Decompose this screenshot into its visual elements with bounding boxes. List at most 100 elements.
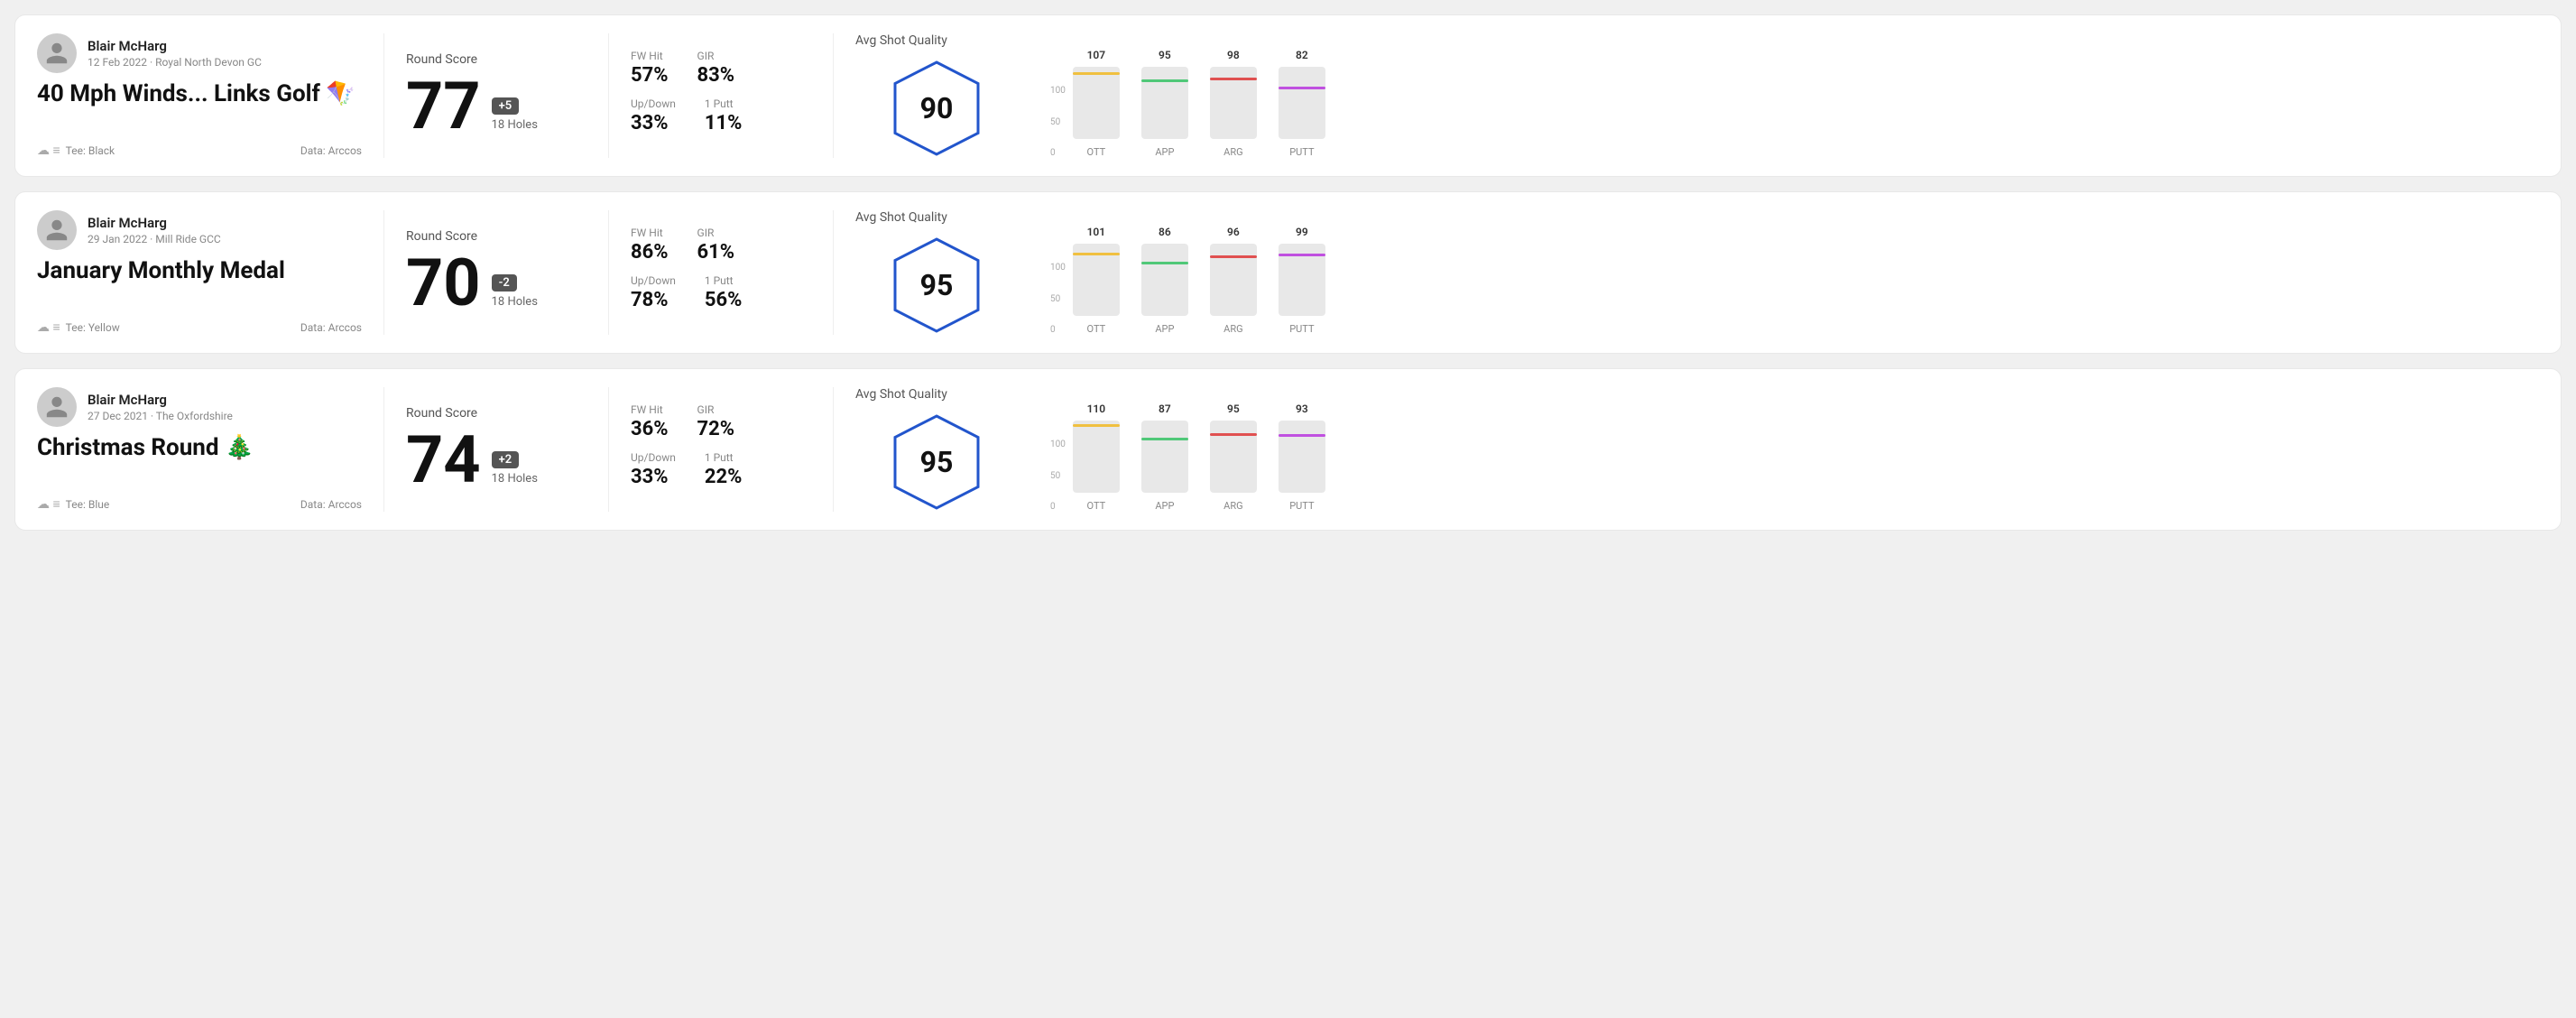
- quality-section-2: Avg Shot Quality 95: [855, 210, 1018, 335]
- bar-chart: 100 50 0 107 OTT 95 APP: [1036, 49, 2539, 158]
- divider-1-1: [383, 33, 384, 158]
- stats-section-2: FW Hit 86% GIR 61% Up/Down 78% 1 Putt: [631, 210, 811, 335]
- user-name-2: Blair McHarg: [88, 215, 221, 231]
- score-holes-2: 18 Holes: [492, 295, 538, 309]
- round-score-label: Round Score: [406, 52, 586, 67]
- round-title-2: January Monthly Medal: [37, 257, 362, 284]
- chart-section-2: 100 50 0 101 OTT 86 APP: [1018, 210, 2539, 335]
- quality-section-1: Avg Shot Quality 90: [855, 33, 1018, 158]
- score-section-1: Round Score 77 +5 18 Holes: [406, 33, 586, 158]
- stat-up-down-2: Up/Down 78%: [631, 274, 676, 311]
- divider-2-1: [608, 33, 609, 158]
- bar-group-ott: 101 OTT: [1073, 226, 1120, 335]
- divider-1-2: [383, 210, 384, 335]
- stat-gir-1: GIR 83%: [697, 50, 735, 87]
- stat-fw-hit-1: FW Hit 57%: [631, 50, 669, 87]
- avatar-2: [37, 210, 77, 250]
- user-icon: [44, 41, 69, 66]
- stat-up-down-3: Up/Down 33%: [631, 451, 676, 488]
- score-section-2: Round Score 70 -2 18 Holes: [406, 210, 586, 335]
- card-info-2: Blair McHarg 29 Jan 2022 · Mill Ride GCC…: [37, 210, 362, 335]
- data-source-label: Data: Arccos: [300, 498, 362, 511]
- quality-section-3: Avg Shot Quality 95: [855, 387, 1018, 512]
- bar-group-app: 86 APP: [1141, 226, 1188, 335]
- bar-group-ott: 107 OTT: [1073, 49, 1120, 158]
- score-badge-3: +2: [492, 451, 520, 468]
- divider-2-3: [608, 387, 609, 512]
- divider-2-2: [608, 210, 609, 335]
- divider-1-3: [383, 387, 384, 512]
- card-footer-2: ☁ ≡ Tee: Yellow Data: Arccos: [37, 319, 362, 335]
- round-card-3: Blair McHarg 27 Dec 2021 · The Oxfordshi…: [14, 368, 2562, 531]
- stat-one-putt-2: 1 Putt 56%: [705, 274, 743, 311]
- score-holes-1: 18 Holes: [492, 118, 538, 132]
- stats-section-3: FW Hit 36% GIR 72% Up/Down 33% 1 Putt: [631, 387, 811, 512]
- stat-fw-hit-3: FW Hit 36%: [631, 403, 669, 440]
- user-name-3: Blair McHarg: [88, 392, 233, 408]
- stat-fw-hit-2: FW Hit 86%: [631, 227, 669, 264]
- bar-group-putt: 82 PUTT: [1279, 49, 1325, 158]
- user-info-3: Blair McHarg 27 Dec 2021 · The Oxfordshi…: [37, 387, 362, 427]
- card-footer-3: ☁ ≡ Tee: Blue Data: Arccos: [37, 496, 362, 512]
- quality-label-3: Avg Shot Quality: [855, 387, 947, 402]
- quality-score-3: 95: [920, 445, 954, 479]
- round-card-2: Blair McHarg 29 Jan 2022 · Mill Ride GCC…: [14, 191, 2562, 354]
- round-card-1: Blair McHarg 12 Feb 2022 · Royal North D…: [14, 14, 2562, 177]
- score-badge-1: +5: [492, 97, 520, 115]
- user-icon: [44, 394, 69, 420]
- data-source-label: Data: Arccos: [300, 321, 362, 334]
- card-info-1: Blair McHarg 12 Feb 2022 · Royal North D…: [37, 33, 362, 158]
- bar-chart: 100 50 0 101 OTT 86 APP: [1036, 226, 2539, 335]
- bar-group-arg: 96 ARG: [1210, 226, 1257, 335]
- round-score-label: Round Score: [406, 406, 586, 421]
- bar-group-putt: 99 PUTT: [1279, 226, 1325, 335]
- round-title-3: Christmas Round 🎄: [37, 434, 362, 461]
- user-date-course-2: 29 Jan 2022 · Mill Ride GCC: [88, 233, 221, 245]
- weather-icon: ☁ ≡: [37, 319, 60, 335]
- bar-chart: 100 50 0 110 OTT 87 APP: [1036, 403, 2539, 512]
- stat-up-down-1: Up/Down 33%: [631, 97, 676, 134]
- score-main-3: 74 +2 18 Holes: [406, 428, 586, 493]
- bar-group-ott: 110 OTT: [1073, 403, 1120, 512]
- weather-icon: ☁ ≡: [37, 496, 60, 512]
- user-icon: [44, 217, 69, 243]
- chart-section-1: 100 50 0 107 OTT 95 APP: [1018, 33, 2539, 158]
- hexagon-container-3: 95: [891, 412, 982, 512]
- card-info-3: Blair McHarg 27 Dec 2021 · The Oxfordshi…: [37, 387, 362, 512]
- score-main-1: 77 +5 18 Holes: [406, 74, 586, 139]
- card-footer-1: ☁ ≡ Tee: Black Data: Arccos: [37, 143, 362, 158]
- tee-info-2: ☁ ≡ Tee: Yellow: [37, 319, 120, 335]
- quality-label-2: Avg Shot Quality: [855, 210, 947, 225]
- stats-section-1: FW Hit 57% GIR 83% Up/Down 33% 1 Putt: [631, 33, 811, 158]
- bar-group-app: 87 APP: [1141, 403, 1188, 512]
- bar-group-app: 95 APP: [1141, 49, 1188, 158]
- user-name-1: Blair McHarg: [88, 38, 262, 54]
- divider-3-3: [833, 387, 834, 512]
- round-title-1: 40 Mph Winds... Links Golf 🪁: [37, 80, 362, 107]
- score-number-2: 70: [406, 251, 481, 316]
- score-number-3: 74: [406, 428, 481, 493]
- stat-one-putt-3: 1 Putt 22%: [705, 451, 743, 488]
- bar-group-arg: 95 ARG: [1210, 403, 1257, 512]
- weather-icon: ☁ ≡: [37, 143, 60, 158]
- divider-3-1: [833, 33, 834, 158]
- tee-label: Tee: Blue: [66, 498, 110, 511]
- quality-score-1: 90: [920, 91, 954, 125]
- tee-info-3: ☁ ≡ Tee: Blue: [37, 496, 109, 512]
- hexagon-container-1: 90: [891, 59, 982, 158]
- stat-gir-3: GIR 72%: [697, 403, 735, 440]
- tee-label: Tee: Yellow: [66, 321, 120, 334]
- user-date-course-3: 27 Dec 2021 · The Oxfordshire: [88, 410, 233, 422]
- stat-one-putt-1: 1 Putt 11%: [705, 97, 743, 134]
- tee-label: Tee: Black: [66, 144, 115, 157]
- data-source-label: Data: Arccos: [300, 144, 362, 157]
- divider-3-2: [833, 210, 834, 335]
- score-number-1: 77: [406, 74, 481, 139]
- score-badge-2: -2: [492, 274, 517, 292]
- hexagon-container-2: 95: [891, 236, 982, 335]
- score-section-3: Round Score 74 +2 18 Holes: [406, 387, 586, 512]
- quality-label-1: Avg Shot Quality: [855, 33, 947, 48]
- user-date-course-1: 12 Feb 2022 · Royal North Devon GC: [88, 56, 262, 69]
- quality-score-2: 95: [920, 268, 954, 302]
- bar-group-putt: 93 PUTT: [1279, 403, 1325, 512]
